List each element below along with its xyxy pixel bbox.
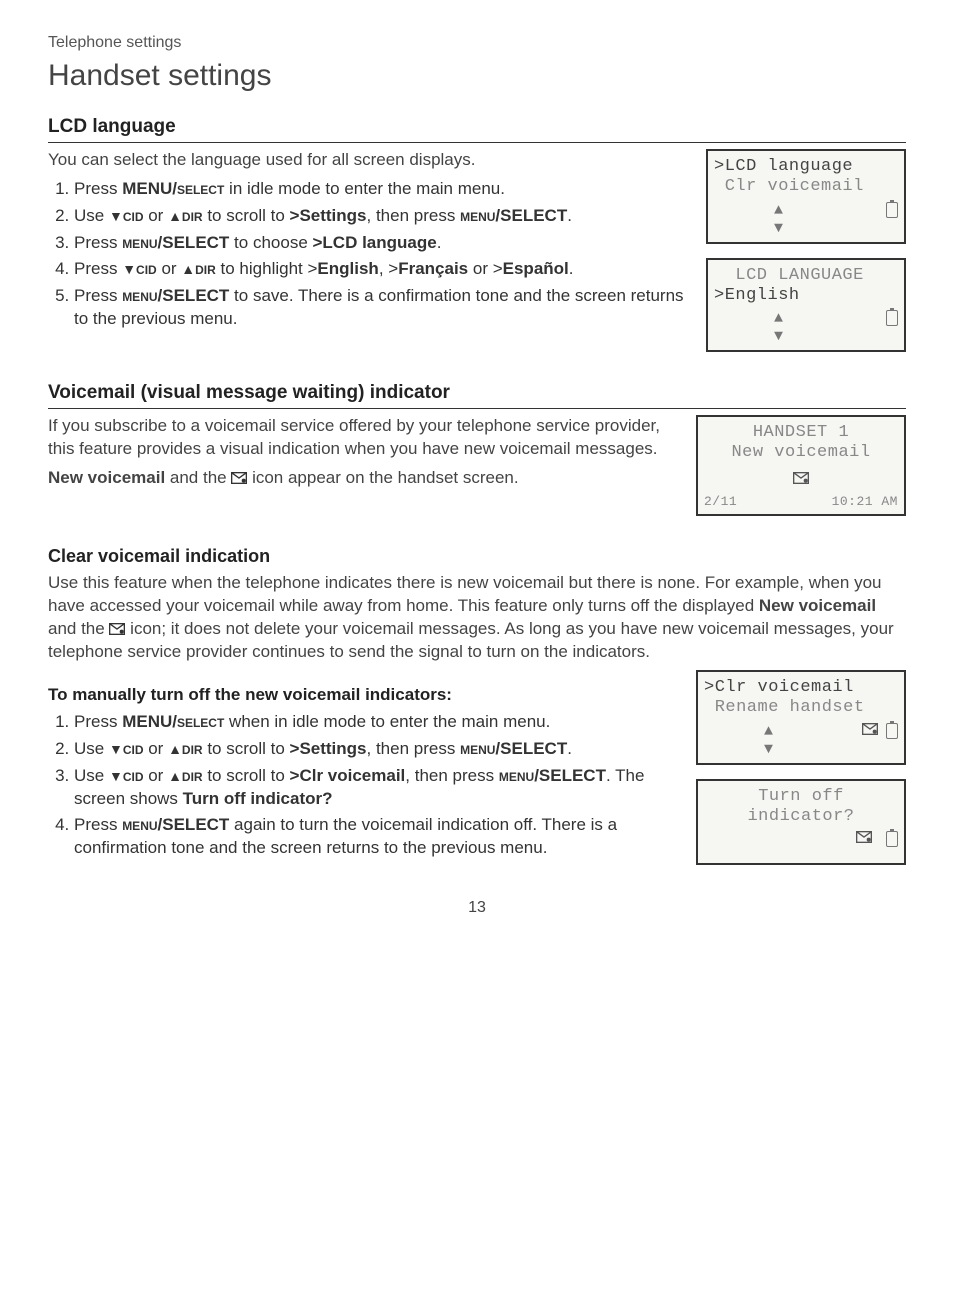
lcd-screen-5: Turn off indicator? (696, 779, 906, 865)
lcd-step-2: Use cid or dir to scroll to >Settings, t… (74, 205, 688, 228)
lcd-screens-col: >LCD language Clr voicemail ▲▼ LCD LANGU… (706, 149, 906, 367)
up-arrow-icon (168, 206, 182, 225)
up-arrow-icon (181, 259, 195, 278)
clr-step-1: Press MENU/select when in idle mode to e… (74, 711, 678, 734)
lcd-intro: You can select the language used for all… (48, 149, 688, 172)
clear-vm-steps: Press MENU/select when in idle mode to e… (48, 711, 678, 861)
updown-icon: ▲▼ (774, 202, 784, 238)
lcd-screen-3: HANDSET 1 New voicemail 2/1110:21 AM (696, 415, 906, 516)
lcd-screen-2: LCD LANGUAGE >English ▲▼ (706, 258, 906, 353)
voicemail-icon (862, 723, 878, 735)
updown-icon: ▲▼ (774, 310, 784, 346)
clr-step-3: Use cid or dir to scroll to >Clr voicema… (74, 765, 678, 811)
updown-icon: ▲▼ (764, 723, 774, 759)
heading-voicemail-indicator: Voicemail (visual message waiting) indic… (48, 380, 906, 409)
voicemail-icon (231, 472, 247, 484)
lcd-steps: Press MENU/select in idle mode to enter … (48, 178, 688, 332)
subheading-manual-turn-off: To manually turn off the new voicemail i… (48, 684, 678, 707)
vm-line2: New voicemail and the icon appear on the… (48, 467, 678, 490)
vm-screen-col: HANDSET 1 New voicemail 2/1110:21 AM (696, 415, 906, 530)
down-arrow-icon (109, 206, 123, 225)
page-number: 13 (48, 897, 906, 919)
battery-icon (886, 202, 898, 218)
down-arrow-icon (109, 739, 123, 758)
heading-lcd-language: LCD language (48, 114, 906, 143)
voicemail-icon (793, 472, 809, 484)
lcd-screen-1: >LCD language Clr voicemail ▲▼ (706, 149, 906, 244)
clr-screens-col: >Clr voicemail Rename handset ▲▼ Turn of… (696, 670, 906, 879)
up-arrow-icon (168, 739, 182, 758)
voicemail-icon (109, 623, 125, 635)
clr-step-4: Press menu/SELECT again to turn the voic… (74, 814, 678, 860)
lcd-screen-4: >Clr voicemail Rename handset ▲▼ (696, 670, 906, 765)
vm-intro: If you subscribe to a voicemail service … (48, 415, 678, 461)
down-arrow-icon (122, 259, 136, 278)
up-arrow-icon (168, 766, 182, 785)
lcd-step-4: Press cid or dir to highlight >English, … (74, 258, 688, 281)
heading-clear-voicemail: Clear voicemail indication (48, 544, 906, 568)
clear-vm-p1: Use this feature when the telephone indi… (48, 572, 906, 664)
battery-icon (886, 310, 898, 326)
battery-icon (886, 831, 898, 847)
voicemail-icon (856, 831, 872, 843)
section-kicker: Telephone settings (48, 32, 906, 54)
clr-step-2: Use cid or dir to scroll to >Settings, t… (74, 738, 678, 761)
page-title: Handset settings (48, 56, 906, 97)
lcd-step-5: Press menu/SELECT to save. There is a co… (74, 285, 688, 331)
lcd-step-1: Press MENU/select in idle mode to enter … (74, 178, 688, 201)
down-arrow-icon (109, 766, 123, 785)
battery-icon (886, 723, 898, 739)
lcd-step-3: Press menu/SELECT to choose >LCD languag… (74, 232, 688, 255)
